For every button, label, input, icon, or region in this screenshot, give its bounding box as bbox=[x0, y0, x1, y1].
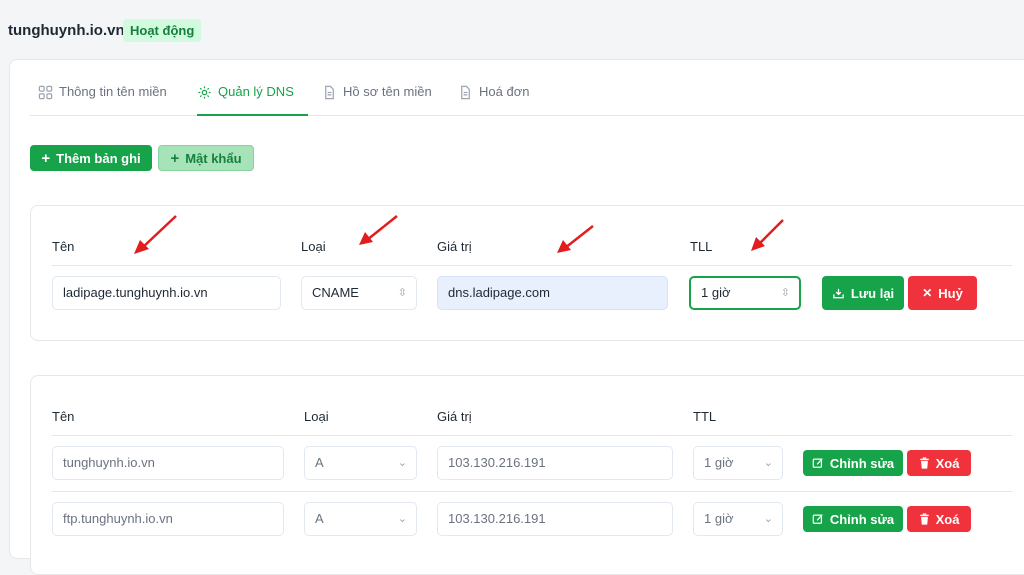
status-badge: Hoạt động bbox=[123, 19, 202, 42]
tab-domain-info[interactable]: Thông tin tên miền bbox=[38, 84, 167, 116]
delete-button[interactable]: Xoá bbox=[907, 450, 971, 476]
close-icon: ✕ bbox=[922, 286, 933, 300]
type-header: Loại bbox=[304, 409, 329, 424]
tab-dns-management[interactable]: Quản lý DNS bbox=[197, 84, 308, 116]
edit-icon bbox=[812, 514, 823, 524]
annotation-arrow-icon bbox=[359, 215, 398, 245]
ttl-header: TTL bbox=[693, 409, 717, 424]
plus-icon: + bbox=[170, 149, 180, 167]
divider bbox=[52, 265, 1012, 266]
add-record-button[interactable]: + Thêm bản ghi bbox=[30, 145, 152, 171]
value-label: Giá trị bbox=[437, 239, 472, 254]
gear-icon bbox=[198, 86, 211, 99]
save-button[interactable]: Lưu lại bbox=[822, 276, 904, 310]
record-type-value: A bbox=[315, 511, 324, 526]
name-input[interactable]: ladipage.tunghuynh.io.vn bbox=[52, 276, 281, 310]
ttl-label: TLL bbox=[690, 239, 713, 254]
grid-icon bbox=[38, 85, 53, 100]
edit-button[interactable]: Chỉnh sửa bbox=[803, 506, 903, 532]
chevron-down-icon: ⌄ bbox=[397, 513, 407, 525]
delete-label: Xoá bbox=[935, 455, 960, 471]
type-select[interactable]: CNAME ⇳ bbox=[301, 276, 417, 310]
document-icon bbox=[325, 85, 334, 100]
password-label: Mật khẩu bbox=[185, 150, 242, 166]
tab-label: Thông tin tên miền bbox=[59, 84, 167, 99]
tab-label: Quản lý DNS bbox=[218, 84, 294, 99]
tab-invoices[interactable]: Hoá đơn bbox=[458, 84, 529, 116]
page-header: tunghuynh.io.vn Hoạt động bbox=[0, 0, 1024, 60]
dns-records-card: Tên Loại Giá trị TTL tunghuynh.io.vn A ⌄… bbox=[30, 375, 1024, 575]
plus-icon: + bbox=[41, 149, 51, 167]
cancel-label: Huỷ bbox=[938, 285, 963, 301]
delete-label: Xoá bbox=[935, 511, 960, 527]
tab-label: Hoá đơn bbox=[479, 84, 530, 99]
record-value-field[interactable]: 103.130.216.191 bbox=[437, 446, 673, 480]
trash-icon bbox=[919, 513, 929, 525]
ttl-select-value: 1 giờ bbox=[701, 285, 731, 300]
record-value-field[interactable]: 103.130.216.191 bbox=[437, 502, 673, 536]
record-name-field[interactable]: ftp.tunghuynh.io.vn bbox=[52, 502, 284, 536]
record-name-field[interactable]: tunghuynh.io.vn bbox=[52, 446, 284, 480]
edit-label: Chỉnh sửa bbox=[829, 455, 895, 471]
record-type-value: A bbox=[315, 455, 324, 470]
edit-label: Chỉnh sửa bbox=[829, 511, 895, 527]
divider bbox=[52, 435, 1012, 436]
type-label: Loại bbox=[301, 239, 326, 254]
tab-label: Hồ sơ tên miền bbox=[343, 84, 432, 99]
updown-icon: ⇳ bbox=[397, 287, 407, 299]
record-ttl-select[interactable]: 1 giờ ⌄ bbox=[693, 502, 783, 536]
record-type-select[interactable]: A ⌄ bbox=[304, 446, 417, 480]
ttl-select[interactable]: 1 giờ ⇳ bbox=[689, 276, 801, 310]
type-select-value: CNAME bbox=[312, 285, 359, 300]
annotation-arrow-icon bbox=[134, 215, 177, 254]
record-ttl-value: 1 giờ bbox=[704, 455, 734, 470]
save-label: Lưu lại bbox=[850, 285, 895, 301]
save-icon bbox=[833, 288, 844, 298]
chevron-down-icon: ⌄ bbox=[397, 457, 407, 469]
domain-panel: Thông tin tên miền Quản lý DNS Hồ sơ tên… bbox=[9, 59, 1024, 575]
chevron-down-icon: ⌄ bbox=[763, 457, 773, 469]
value-header: Giá trị bbox=[437, 409, 472, 424]
annotation-arrow-icon bbox=[557, 225, 594, 253]
cancel-button[interactable]: ✕ Huỷ bbox=[908, 276, 977, 310]
record-type-select[interactable]: A ⌄ bbox=[304, 502, 417, 536]
password-button[interactable]: + Mật khẩu bbox=[158, 145, 254, 171]
delete-button[interactable]: Xoá bbox=[907, 506, 971, 532]
value-input[interactable]: dns.ladipage.com bbox=[437, 276, 668, 310]
updown-icon: ⇳ bbox=[780, 287, 790, 299]
trash-icon bbox=[919, 457, 929, 469]
document-icon bbox=[461, 85, 470, 100]
chevron-down-icon: ⌄ bbox=[763, 513, 773, 525]
name-label: Tên bbox=[52, 239, 75, 254]
edit-icon bbox=[812, 458, 823, 468]
tab-domain-profile[interactable]: Hồ sơ tên miền bbox=[322, 84, 432, 116]
edit-button[interactable]: Chỉnh sửa bbox=[803, 450, 903, 476]
divider bbox=[52, 491, 1012, 492]
name-header: Tên bbox=[52, 409, 75, 424]
add-record-label: Thêm bản ghi bbox=[56, 150, 141, 166]
annotation-arrow-icon bbox=[751, 219, 784, 251]
record-ttl-value: 1 giờ bbox=[704, 511, 734, 526]
tab-bar: Thông tin tên miền Quản lý DNS Hồ sơ tên… bbox=[30, 84, 1024, 116]
domain-title: tunghuynh.io.vn bbox=[8, 22, 125, 39]
record-ttl-select[interactable]: 1 giờ ⌄ bbox=[693, 446, 783, 480]
